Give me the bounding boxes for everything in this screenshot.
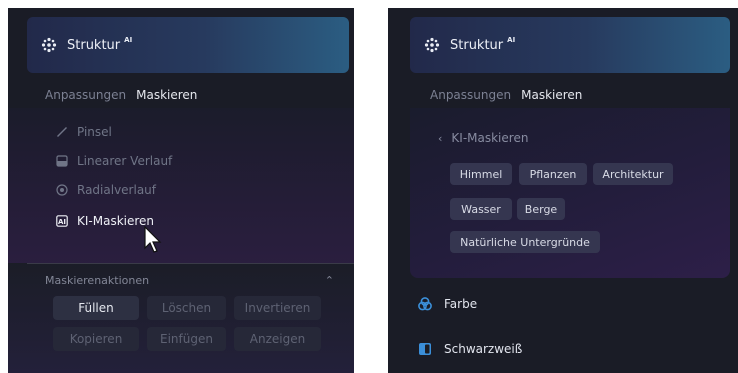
ai-badge: AI — [124, 36, 133, 44]
radial-gradient-icon — [56, 184, 68, 196]
category-schwarzweiss[interactable]: Schwarzweiß — [418, 342, 522, 356]
chip-architektur[interactable]: Architektur — [593, 163, 673, 185]
chevron-up-icon[interactable]: ⌃ — [325, 274, 334, 287]
svg-text:AI: AI — [58, 218, 66, 226]
show-button[interactable]: Anzeigen — [234, 327, 321, 351]
header-title: Struktur — [67, 37, 121, 53]
back-ki-maskieren[interactable]: ‹ KI-Maskieren — [438, 131, 528, 145]
tool-label: Pinsel — [77, 125, 112, 139]
mouse-cursor-icon — [144, 226, 162, 253]
black-white-icon — [419, 343, 431, 355]
structure-icon — [424, 37, 440, 53]
divider — [27, 263, 354, 264]
color-circles-icon — [418, 297, 432, 311]
paste-button[interactable]: Einfügen — [147, 327, 226, 351]
delete-button[interactable]: Löschen — [147, 296, 226, 320]
struktur-header[interactable]: Struktur AI — [410, 17, 730, 73]
tool-label: Linearer Verlauf — [77, 154, 173, 168]
category-farbe[interactable]: Farbe — [418, 297, 477, 311]
tab-maskieren[interactable]: Maskieren — [136, 88, 197, 102]
chip-berge[interactable]: Berge — [517, 198, 565, 220]
header-title: Struktur — [450, 37, 504, 53]
category-label: Schwarzweiß — [444, 342, 523, 356]
back-label: KI-Maskieren — [451, 131, 529, 145]
invert-button[interactable]: Invertieren — [234, 296, 321, 320]
left-panel: Struktur AI Anpassungen Maskieren Pinsel… — [8, 8, 354, 373]
tool-pinsel[interactable]: Pinsel — [56, 125, 112, 139]
tab-maskieren[interactable]: Maskieren — [521, 88, 582, 102]
fill-button[interactable]: Füllen — [53, 296, 139, 320]
brush-icon — [56, 126, 68, 138]
chip-natuerliche-untergruende[interactable]: Natürliche Untergründe — [450, 231, 600, 253]
right-panel: Struktur AI Anpassungen Maskieren ‹ KI-M… — [388, 8, 738, 373]
mode-tabs: Anpassungen Maskieren — [45, 88, 197, 102]
linear-gradient-icon — [56, 155, 68, 167]
ai-mask-icon: AI — [56, 215, 68, 227]
chip-himmel[interactable]: Himmel — [450, 163, 512, 185]
chip-wasser[interactable]: Wasser — [450, 198, 512, 220]
structure-icon — [41, 37, 57, 53]
tool-linearer-verlauf[interactable]: Linearer Verlauf — [56, 154, 172, 168]
tool-label: Radialverlauf — [77, 183, 157, 197]
mask-actions-title: Maskierenaktionen — [45, 274, 150, 287]
chevron-left-icon: ‹ — [438, 131, 443, 145]
mode-tabs: Anpassungen Maskieren — [430, 88, 582, 102]
tool-radialverlauf[interactable]: Radialverlauf — [56, 183, 156, 197]
ai-badge: AI — [507, 36, 516, 44]
tab-anpassungen[interactable]: Anpassungen — [430, 88, 511, 102]
copy-button[interactable]: Kopieren — [53, 327, 139, 351]
struktur-header[interactable]: Struktur AI — [27, 17, 349, 73]
tool-ki-maskieren[interactable]: AI KI-Maskieren — [56, 214, 154, 228]
tab-anpassungen[interactable]: Anpassungen — [45, 88, 126, 102]
chip-pflanzen[interactable]: Pflanzen — [519, 163, 587, 185]
category-label: Farbe — [444, 297, 478, 311]
